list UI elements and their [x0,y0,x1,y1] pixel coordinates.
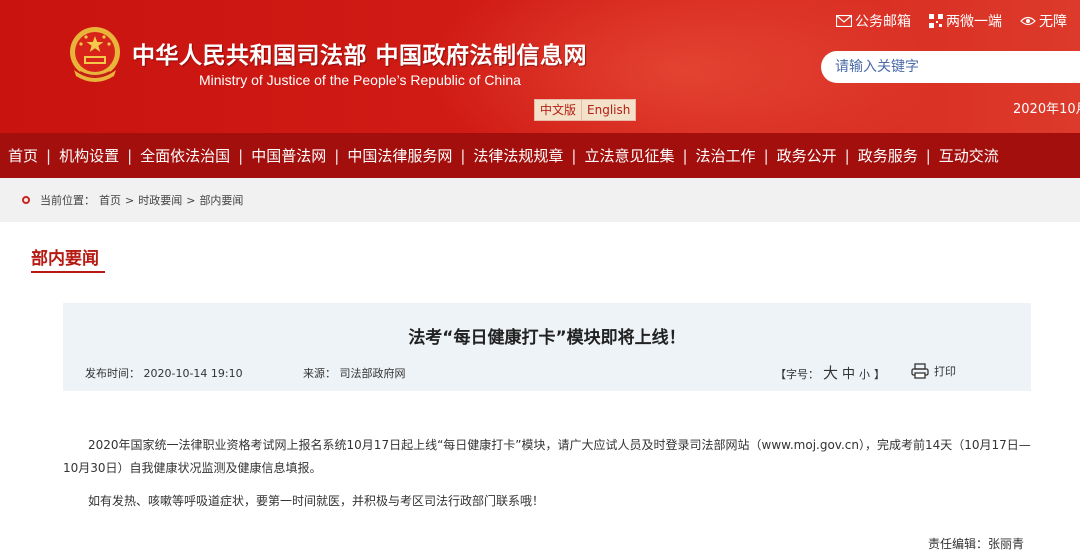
nav-item-laws-regulations[interactable]: 法律法规规章 [465,145,571,166]
nav-separator: | [925,146,931,165]
lang-english-button[interactable]: English [582,100,636,120]
article-paragraph: 2020年国家统一法律职业资格考试网上报名系统10月17日起上线“每日健康打卡”… [63,438,1031,475]
article-body: 2020年国家统一法律职业资格考试网上报名系统10月17日起上线“每日健康打卡”… [63,434,1038,523]
breadcrumb-label: 当前位置： [40,194,95,207]
site-subtitle: Ministry of Justice of the People’s Repu… [199,72,521,88]
nav-item-organization[interactable]: 机构设置 [51,145,127,166]
nav-item-government-affairs[interactable]: 政务公开 [769,145,845,166]
font-size-selector: 【字号： 大 中 小 】 [775,362,885,383]
qrcode-icon [929,14,943,28]
breadcrumb: 当前位置： 首页 > 时政要闻 > 部内要闻 [0,178,1080,222]
search-box [821,51,1080,83]
weibo-wechat-app-link[interactable]: 两微一端 [929,11,1002,31]
nav-separator: | [127,146,133,165]
nav-separator: | [460,146,466,165]
nav-item-interaction[interactable]: 互动交流 [931,145,1007,166]
nav-item-government-services[interactable]: 政务服务 [850,145,926,166]
nav-item-legislative-opinions[interactable]: 立法意见征集 [576,145,682,166]
breadcrumb-separator: > [186,193,196,207]
accessibility-link[interactable]: 无障 [1020,11,1067,31]
official-mail-link[interactable]: 公务邮箱 [836,11,911,31]
nav-separator: | [334,146,340,165]
print-button[interactable]: 打印 [911,363,956,379]
language-switcher: 中文版 English [534,99,637,121]
font-size-prefix: 【字号： [775,368,819,381]
font-size-small-button[interactable]: 小 [859,366,870,382]
search-input[interactable] [835,51,1075,83]
article-paragraph: 如有发热、咳嗽等呼吸道症状，要第一时间就医，并积极与考区司法行政部门联系哦！ [88,494,545,508]
nav-separator: | [571,146,577,165]
site-title: 中华人民共和国司法部 中国政府法制信息网 [132,42,588,69]
site-header: 中华人民共和国司法部 中国政府法制信息网 Ministry of Justice… [0,0,1080,133]
top-links: 公务邮箱 两微一端 无障 [836,11,1067,31]
breadcrumb-news[interactable]: 时政要闻 [138,192,182,208]
nav-separator: | [46,146,52,165]
article-source: 来源： 司法部政府网 [303,367,406,380]
nav-separator: | [238,146,244,165]
font-size-suffix: 】 [874,368,886,381]
publish-time: 发布时间： 2020-10-14 19:10 [85,367,243,380]
section-underline [31,271,105,273]
font-size-medium-button[interactable]: 中 [842,363,855,382]
print-label: 打印 [934,365,956,378]
mail-icon [836,15,852,27]
lang-chinese-button[interactable]: 中文版 [535,100,583,120]
official-mail-label: 公务邮箱 [855,14,911,30]
breadcrumb-ministry-news[interactable]: 部内要闻 [199,192,243,208]
breadcrumb-separator: > [125,193,135,207]
responsible-editor: 责任编辑：张丽青 [928,537,1025,551]
national-emblem-icon[interactable] [66,24,124,86]
font-size-large-button[interactable]: 大 [823,362,838,383]
nav-item-legal-work[interactable]: 法治工作 [688,145,764,166]
article-title: 法考“每日健康打卡”模块即将上线！ [408,328,686,348]
location-dot-icon [22,196,30,204]
nav-item-legal-services[interactable]: 中国法律服务网 [339,145,460,166]
current-date: 2020年10月 [1013,102,1080,117]
article-header: 法考“每日健康打卡”模块即将上线！ 发布时间： 2020-10-14 19:10… [63,303,1031,391]
nav-item-home[interactable]: 首页 [0,145,46,166]
nav-separator: | [682,146,688,165]
nav-separator: | [763,146,769,165]
accessibility-label: 无障 [1039,14,1067,30]
main-nav: 首页 | 机构设置 | 全面依法治国 | 中国普法网 | 中国法律服务网 | 法… [0,133,1080,178]
weibo-wechat-app-label: 两微一端 [946,14,1002,30]
printer-icon [911,363,929,379]
breadcrumb-home[interactable]: 首页 [99,192,121,208]
nav-item-rule-of-law[interactable]: 全面依法治国 [132,145,238,166]
eye-icon [1020,16,1036,26]
nav-item-legal-education[interactable]: 中国普法网 [243,145,334,166]
nav-separator: | [844,146,850,165]
